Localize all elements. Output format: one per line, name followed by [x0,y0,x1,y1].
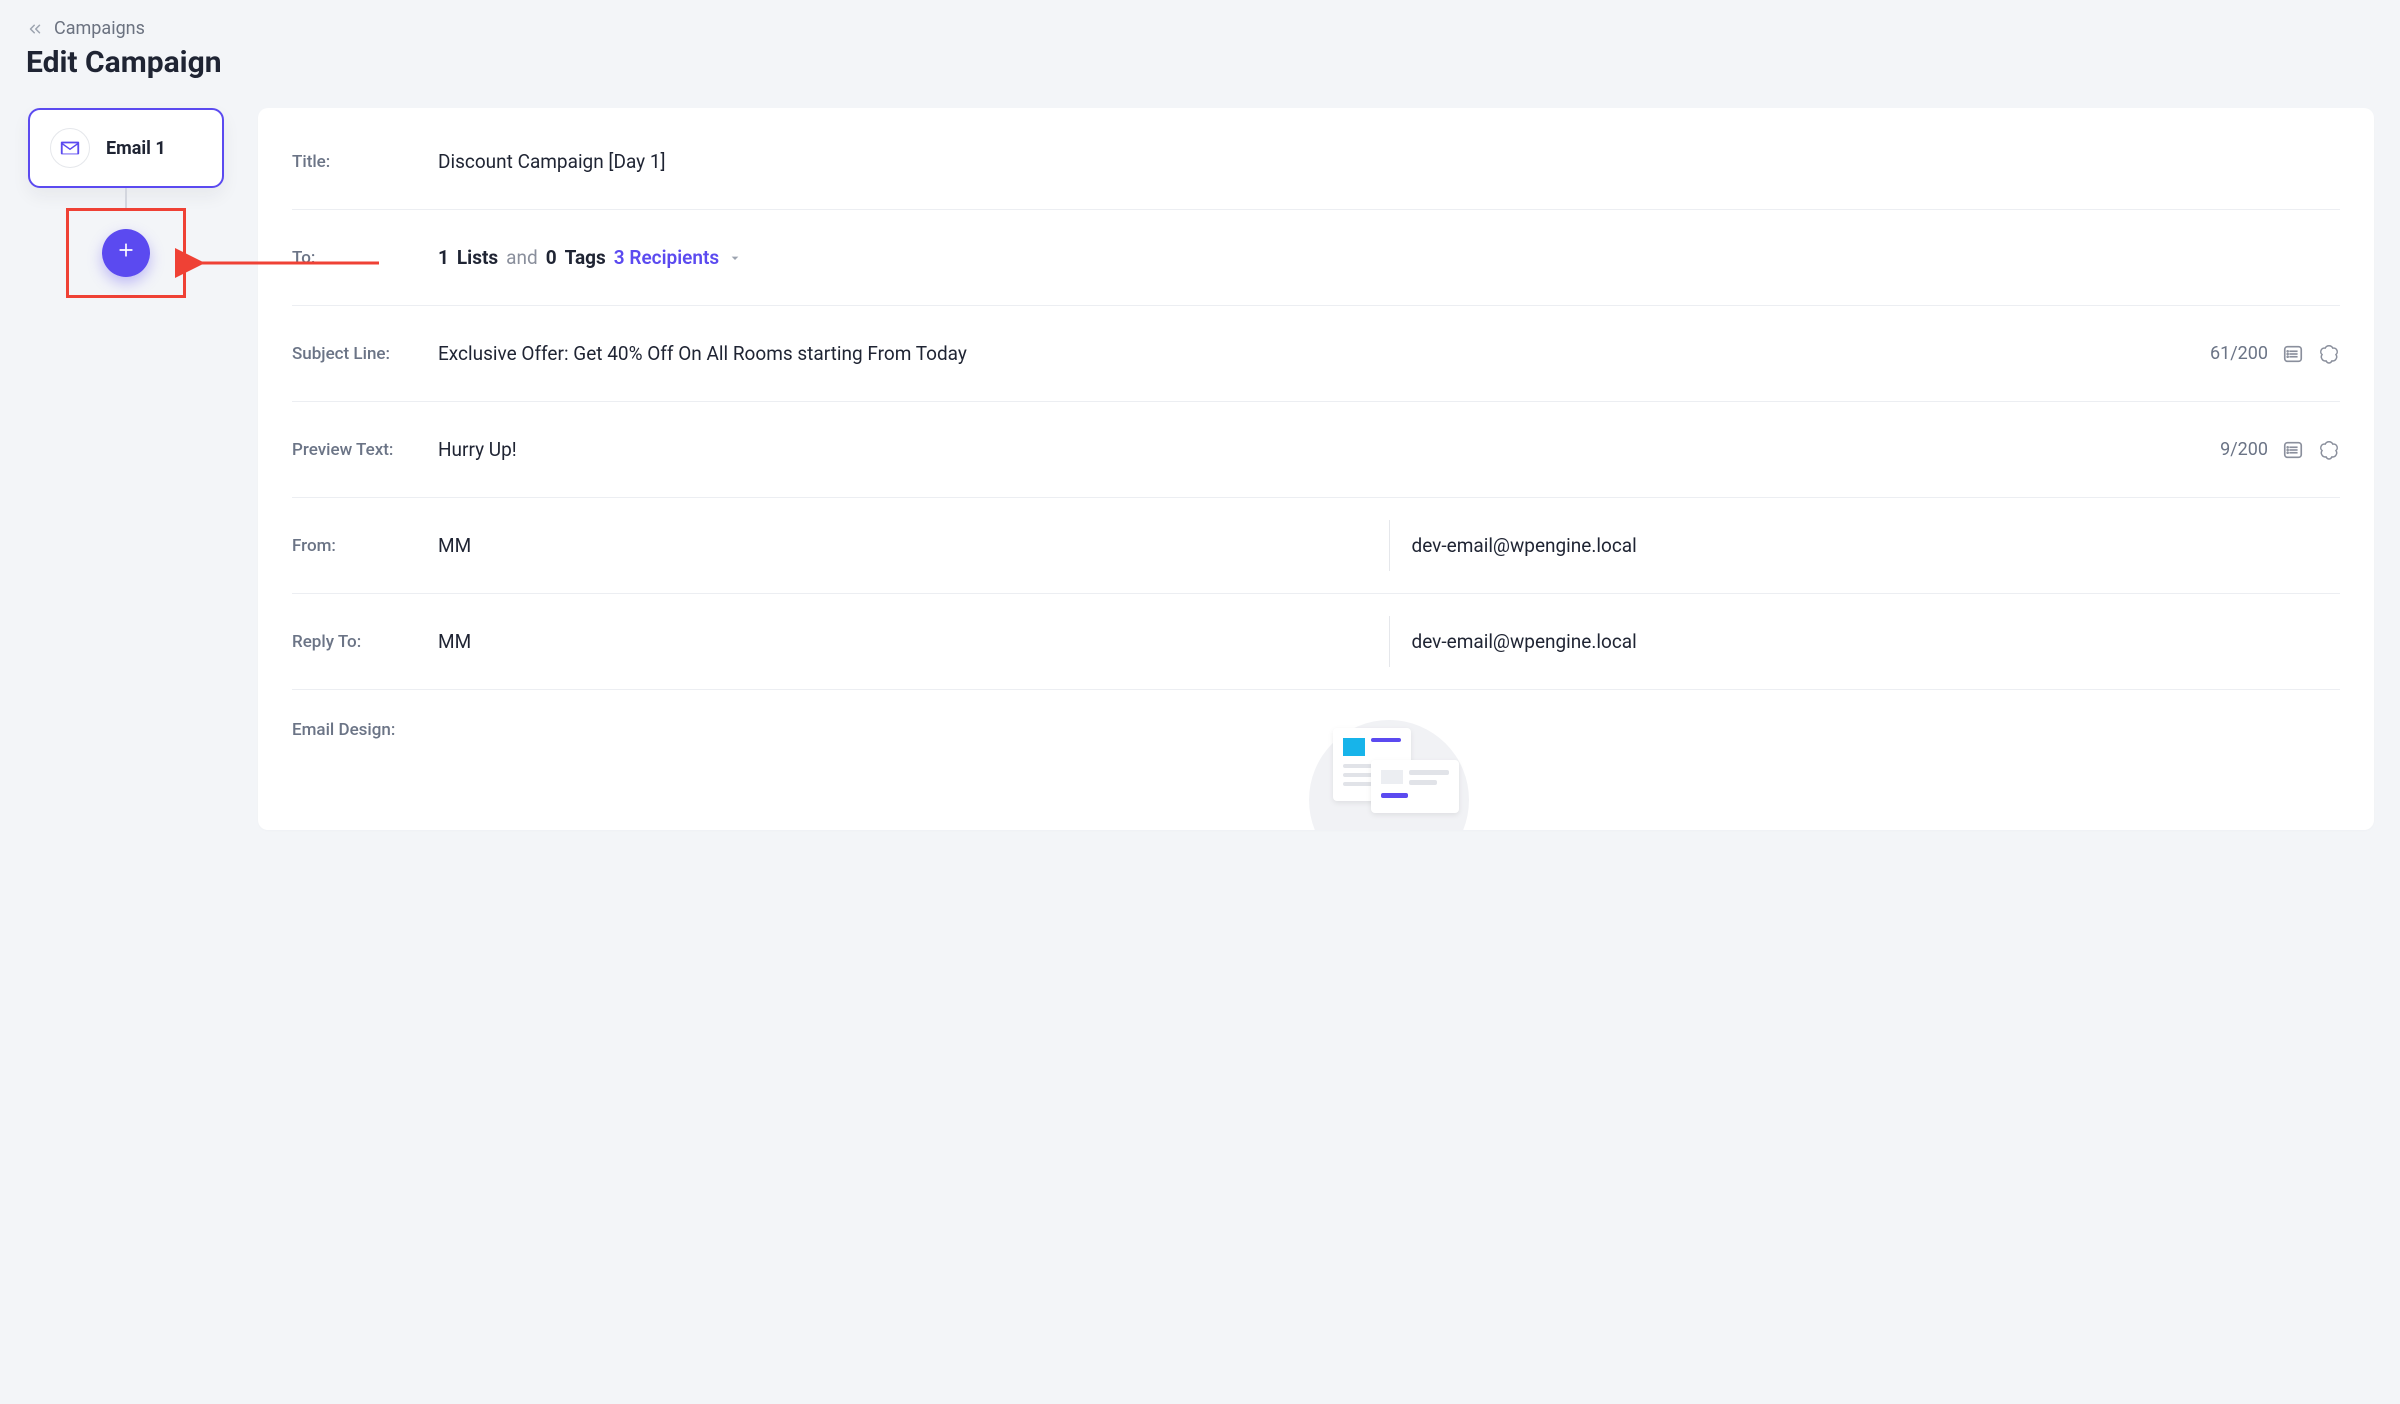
from-email: dev-email@wpengine.local [1412,534,2341,557]
chevron-double-left-icon [26,20,44,38]
caret-down-icon[interactable] [727,250,743,266]
divider [1389,520,1390,571]
breadcrumb[interactable]: Campaigns [26,18,2374,39]
title-value: Discount Campaign [Day 1] [438,150,2340,173]
from-label: From: [292,536,438,556]
subject-label: Subject Line: [292,344,438,364]
reply-label: Reply To: [292,632,438,652]
field-row-subject[interactable]: Subject Line: Exclusive Offer: Get 40% O… [292,306,2340,402]
to-tags-count: 0 [546,246,557,269]
subject-value: Exclusive Offer: Get 40% Off On All Room… [438,342,2210,365]
preview-label: Preview Text: [292,440,438,460]
breadcrumb-label[interactable]: Campaigns [54,18,145,39]
template-list-icon[interactable] [2282,439,2304,461]
field-row-design[interactable]: Email Design: [292,690,2340,830]
field-row-from[interactable]: From: MM dev-email@wpengine.local [292,498,2340,594]
campaign-form: Title: Discount Campaign [Day 1] To: 1 L… [258,108,2374,830]
subject-counter: 61/200 [2210,343,2268,364]
step-connector [125,188,127,208]
to-lists-count: 1 [438,246,449,269]
email-design-preview [438,720,2340,830]
to-recipients-link[interactable]: 3 Recipients [614,246,719,269]
add-step-button[interactable] [102,229,150,277]
title-label: Title: [292,152,438,172]
ai-generate-icon[interactable] [2318,439,2340,461]
field-row-to[interactable]: To: 1 Lists and 0 Tags 3 Recipients [292,210,2340,306]
from-name: MM [438,534,1367,557]
divider [1389,616,1390,667]
to-value: 1 Lists and 0 Tags 3 Recipients [438,246,2340,269]
field-row-preview[interactable]: Preview Text: Hurry Up! 9/200 [292,402,2340,498]
add-step-highlight [66,208,186,298]
template-list-icon[interactable] [2282,343,2304,365]
plus-icon [116,239,136,267]
design-label: Email Design: [292,720,438,740]
preview-value: Hurry Up! [438,438,2220,461]
reply-name: MM [438,630,1367,653]
email-step-label: Email 1 [106,138,166,159]
field-row-title[interactable]: Title: Discount Campaign [Day 1] [292,114,2340,210]
field-row-reply[interactable]: Reply To: MM dev-email@wpengine.local [292,594,2340,690]
to-tags-word: Tags [565,246,606,269]
to-and: and [506,246,538,269]
email-step-card[interactable]: Email 1 [28,108,224,188]
ai-generate-icon[interactable] [2318,343,2340,365]
to-lists-word: Lists [457,246,498,269]
page-title: Edit Campaign [26,45,2374,80]
email-icon [50,128,90,168]
preview-counter: 9/200 [2220,439,2268,460]
to-label: To: [292,248,438,268]
reply-email: dev-email@wpengine.local [1412,630,2341,653]
